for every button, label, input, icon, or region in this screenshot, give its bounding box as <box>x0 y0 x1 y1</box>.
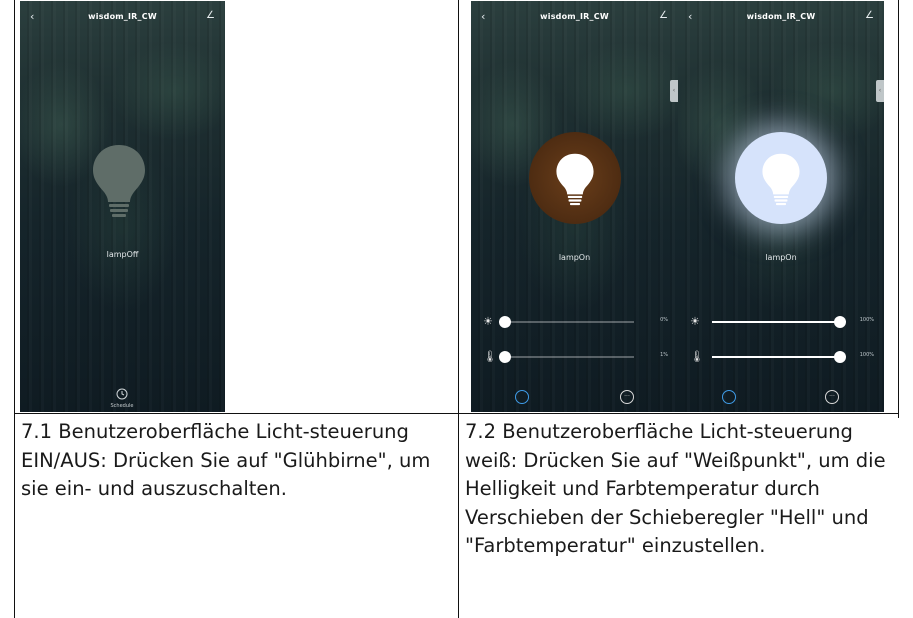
table-border-left <box>14 0 15 618</box>
side-panel-handle[interactable]: ‹ <box>670 80 678 102</box>
caption-7-2: 7.2 Benutzeroberfläche Licht-steuerung w… <box>465 418 895 561</box>
top-bar: ‹ wisdom_IR_CW ∠ <box>678 10 884 32</box>
white-mode-tab[interactable] <box>515 390 529 404</box>
table-border-right <box>898 0 899 418</box>
lightbulb-icon <box>556 153 594 206</box>
phone-screen-lamp-off: ‹ wisdom_IR_CW ∠ lampOff Schedule <box>20 1 225 412</box>
edit-icon[interactable]: ∠ <box>865 10 874 21</box>
bulb-button[interactable] <box>84 139 154 219</box>
slider-track <box>499 316 634 328</box>
more-options-icon[interactable]: ··· <box>620 390 634 404</box>
top-bar: ‹ wisdom_IR_CW ∠ <box>20 10 225 32</box>
slider-value: 1% <box>660 352 668 358</box>
thermometer-icon: 🌡 <box>483 350 497 363</box>
device-title: wisdom_IR_CW <box>540 12 609 21</box>
slider-fill <box>712 356 840 358</box>
phone-screen-lamp-on-min: ‹ wisdom_IR_CW ∠ ‹ lampOn ☀ 0% 🌡 1% ··· <box>471 1 678 412</box>
device-title: wisdom_IR_CW <box>746 12 816 21</box>
slider-track <box>712 351 846 363</box>
slider-value: 100% <box>859 317 874 323</box>
edit-icon[interactable]: ∠ <box>659 10 668 21</box>
clock-icon <box>116 388 128 400</box>
slider-track <box>712 316 846 328</box>
brightness-icon: ☀ <box>690 315 700 328</box>
table-border-middle <box>458 0 459 618</box>
slider-value: 100% <box>859 352 874 358</box>
slider-knob[interactable] <box>499 316 511 328</box>
bulb-button[interactable] <box>735 132 827 224</box>
slider-value: 0% <box>660 317 668 323</box>
caption-7-1: 7.1 Benutzeroberfläche Licht-steuerung E… <box>21 418 453 504</box>
lamp-status-label: lampOn <box>558 253 591 262</box>
side-panel-handle[interactable]: ‹ <box>876 80 884 102</box>
thermometer-icon: 🌡 <box>690 350 704 363</box>
table-row-divider <box>14 413 899 414</box>
brightness-slider[interactable]: ☀ 0% <box>483 315 668 329</box>
top-bar: ‹ wisdom_IR_CW ∠ <box>471 10 678 32</box>
slider-knob[interactable] <box>834 351 846 363</box>
brightness-icon: ☀ <box>483 315 493 328</box>
edit-icon[interactable]: ∠ <box>206 10 215 21</box>
brightness-slider[interactable]: ☀ 100% <box>690 315 874 329</box>
slider-fill <box>712 321 840 323</box>
lamp-status-label: lampOn <box>765 253 797 262</box>
slider-knob[interactable] <box>834 316 846 328</box>
lamp-status-label: lampOff <box>106 250 139 259</box>
white-mode-tab[interactable] <box>722 390 736 404</box>
slider-knob[interactable] <box>499 351 511 363</box>
color-temperature-slider[interactable]: 🌡 1% <box>483 350 668 364</box>
schedule-label: Schedule <box>110 403 134 409</box>
device-title: wisdom_IR_CW <box>88 12 157 21</box>
lightbulb-icon <box>93 145 145 217</box>
schedule-button[interactable]: Schedule <box>102 385 142 409</box>
color-temperature-slider[interactable]: 🌡 100% <box>690 350 874 364</box>
lightbulb-icon <box>762 153 800 206</box>
more-options-icon[interactable]: ··· <box>825 390 839 404</box>
phone-screen-lamp-on-max: ‹ wisdom_IR_CW ∠ ‹ lampOn ☀ 100% 🌡 100% … <box>678 1 884 412</box>
slider-track <box>499 351 634 363</box>
bulb-button[interactable] <box>529 132 621 224</box>
caption-text: Drücken Sie auf "Weißpunkt", um die Hell… <box>465 448 886 558</box>
